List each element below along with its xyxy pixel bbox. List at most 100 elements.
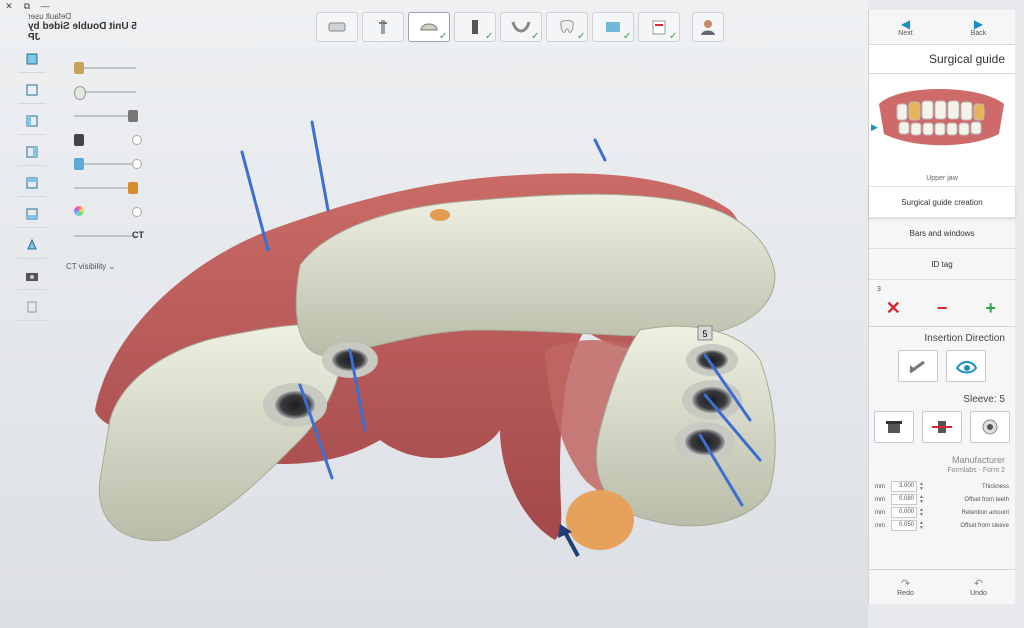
ct-visibility-toggle[interactable]: CT visibility ⌄: [66, 262, 115, 271]
step-guide[interactable]: ✓: [408, 12, 450, 42]
sleeve-offset-button[interactable]: [922, 411, 962, 443]
report-icon: [652, 20, 666, 35]
sleeve-icon: [472, 20, 478, 34]
check-icon: ✓: [577, 31, 586, 42]
cube-bottom-icon: [26, 208, 38, 220]
delete-button[interactable]: ✕: [878, 298, 908, 319]
view-light-button[interactable]: [18, 232, 46, 259]
undo-button[interactable]: ↶ Undo: [942, 570, 1015, 604]
slider-row[interactable]: [66, 176, 146, 200]
sleeve-type-button[interactable]: [874, 411, 914, 443]
tooth-stub: [566, 490, 634, 550]
ct-label: CT: [132, 230, 144, 240]
remove-button[interactable]: −: [927, 298, 957, 319]
param-row: mm 0.080 ▲ ▼ Offset from teeth: [869, 493, 1015, 506]
ct-slider-row[interactable]: CT: [66, 224, 146, 248]
close-button[interactable]: ✕: [3, 1, 15, 12]
param-label: Offset from teeth: [964, 496, 1009, 503]
user-avatar-button[interactable]: [692, 12, 724, 42]
project-user: Default user: [28, 12, 72, 21]
screenshot-button[interactable]: [18, 263, 46, 290]
camera-icon: [26, 273, 38, 281]
back-button[interactable]: ▶ Back: [942, 10, 1015, 44]
slider-row[interactable]: [66, 200, 146, 224]
check-icon: ✓: [485, 31, 494, 42]
navigation-buttons: ◀ Next ▶ Back: [869, 10, 1015, 45]
param-value-field[interactable]: 3.000: [891, 481, 917, 492]
minimize-button[interactable]: —: [39, 1, 51, 11]
sleeve-icon: [886, 421, 902, 433]
guide-icon: [420, 23, 438, 31]
undo-redo-bar: ↷ Redo ↶ Undo: [869, 569, 1015, 604]
cube-right-icon: [26, 146, 38, 158]
sleeve-rotate-button[interactable]: [970, 411, 1010, 443]
cube-front-icon: [26, 53, 38, 65]
redo-label: Redo: [897, 590, 914, 597]
insertion-direction-label: Insertion Direction: [924, 333, 1005, 344]
view-right-button[interactable]: [18, 139, 46, 166]
step-jaw[interactable]: ✓: [500, 12, 542, 42]
add-button[interactable]: +: [976, 298, 1006, 319]
tooth-icon: [560, 20, 574, 33]
view-bottom-button[interactable]: [18, 201, 46, 228]
jaw-selector[interactable]: ▶ Upper jaw: [869, 74, 1015, 187]
lamp-icon: [27, 238, 37, 250]
sleeve-offset-icon: [932, 421, 952, 433]
back-label: Back: [970, 29, 987, 37]
step-scan[interactable]: [316, 12, 358, 42]
param-value-field[interactable]: 0.080: [891, 494, 917, 505]
restore-button[interactable]: ⧉: [21, 1, 33, 12]
check-icon: ✓: [439, 31, 448, 42]
step-tooth[interactable]: ✓: [546, 12, 588, 42]
step-dicom[interactable]: ✓: [592, 12, 634, 42]
menu-surgical-guide-creation[interactable]: Surgical guide creation: [869, 187, 1015, 218]
manufacturer-value: Formlabs - Form 2: [947, 467, 1005, 474]
slider-row[interactable]: [66, 104, 146, 128]
jaw-label: Upper jaw: [926, 175, 958, 182]
step-implant[interactable]: [362, 12, 404, 42]
fit-view-button[interactable]: [18, 294, 46, 321]
workflow-toolbar: ✓ ✓ ✓ ✓ ✓ ✓: [316, 12, 724, 42]
jaw-preview-image: [879, 89, 1004, 146]
param-value-field[interactable]: 0.000: [891, 507, 917, 518]
slider-row[interactable]: [66, 80, 146, 104]
frame-icon: [27, 301, 37, 313]
slider-row[interactable]: [66, 128, 146, 152]
slider-row[interactable]: [66, 152, 146, 176]
undo-icon: ↶: [973, 578, 984, 590]
menu-id-tag[interactable]: ID tag: [869, 249, 1015, 280]
view-top-button[interactable]: [18, 170, 46, 197]
param-label: Retention amount: [961, 509, 1009, 516]
redo-icon: ↷: [900, 578, 911, 590]
step-report[interactable]: ✓: [638, 12, 680, 42]
direction-eye-button[interactable]: [946, 350, 986, 382]
view-front-button[interactable]: [18, 46, 46, 73]
arrow-down-icon: [909, 360, 925, 374]
direction-from-view-button[interactable]: [898, 350, 938, 382]
arrow-right-icon: ▶: [973, 16, 984, 31]
param-unit: mm: [875, 483, 885, 490]
scan-icon: [328, 22, 346, 32]
menu-bars-and-windows[interactable]: Bars and windows: [869, 218, 1015, 249]
param-unit: mm: [875, 509, 885, 516]
svg-text:5: 5: [702, 329, 707, 339]
cube-back-icon: [26, 84, 38, 96]
next-label: Next: [898, 29, 913, 37]
check-icon: ✓: [623, 31, 632, 42]
3d-viewport[interactable]: 5 ✕ ⧉ — Default user 5 Unit Double Sided…: [0, 0, 868, 628]
param-row: mm 0.050 ▲ ▼ Offset from sleeve: [869, 519, 1015, 532]
step-sleeve[interactable]: ✓: [454, 12, 496, 42]
next-button[interactable]: ◀ Next: [869, 10, 942, 44]
param-value-field[interactable]: 0.050: [891, 520, 917, 531]
redo-button[interactable]: ↷ Redo: [869, 570, 942, 604]
jaw-icon: [511, 21, 531, 33]
param-unit: mm: [875, 522, 885, 529]
view-left-button[interactable]: [18, 108, 46, 135]
check-icon: ✓: [531, 31, 540, 42]
param-label: Offset from sleeve: [960, 522, 1009, 529]
view-back-button[interactable]: [18, 77, 46, 104]
sleeve-count: 3: [877, 286, 881, 293]
slider-row[interactable]: [66, 56, 146, 80]
parameter-list: mm 3.000 ▲ ▼ Thickness mm 0.080 ▲ ▼ Offset…: [869, 480, 1015, 532]
chevron-down-icon: ⌄: [108, 262, 116, 271]
